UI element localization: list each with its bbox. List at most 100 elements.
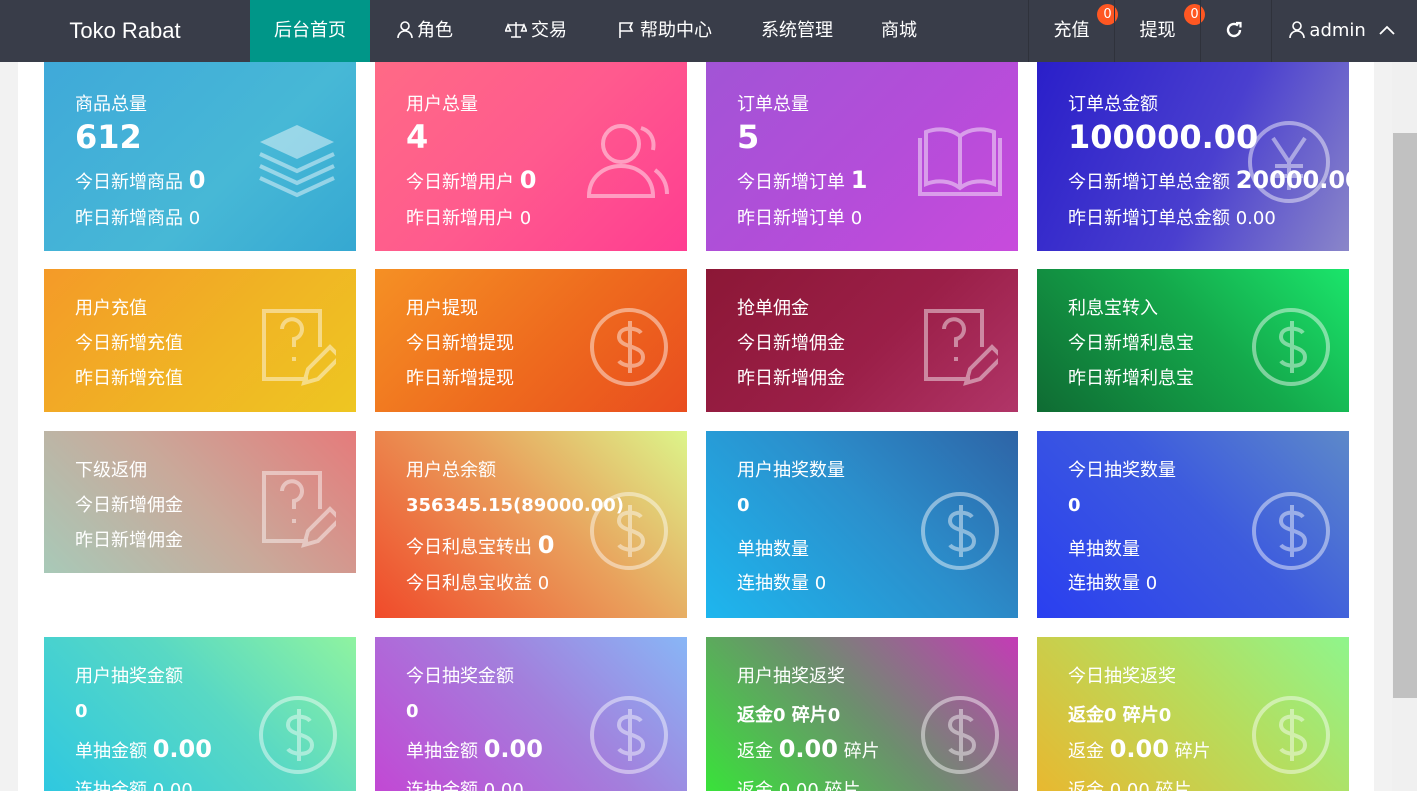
app-logo[interactable]: Toko Rabat bbox=[0, 0, 250, 62]
card-title: 利息宝转入 bbox=[1068, 298, 1158, 319]
card-balance[interactable]: 用户总余额 356345.15(89000.00) 今日利息宝转出 0 今日利息… bbox=[375, 431, 687, 618]
single-label: 单抽数量 bbox=[1068, 539, 1140, 560]
nav-home[interactable]: 后台首页 bbox=[250, 0, 370, 62]
card-total: 5 bbox=[737, 118, 760, 156]
income-value: 0 bbox=[537, 573, 550, 594]
card-total: 4 bbox=[406, 118, 429, 156]
card-title: 抢单佣金 bbox=[737, 298, 809, 319]
today-label: 今日新增提现 bbox=[406, 333, 514, 354]
nav-help[interactable]: 帮助中心 bbox=[605, 0, 725, 62]
today-value: 1 bbox=[850, 166, 868, 194]
card-yesterday: 昨日新增用户 0 bbox=[406, 204, 531, 230]
card-order-amount[interactable]: 订单总金额 100000.00 今日新增订单总金额 20000.00 昨日新增订… bbox=[1037, 62, 1349, 251]
line1-suffix: 碎片 bbox=[1174, 741, 1211, 762]
dollar-icon bbox=[590, 492, 668, 570]
card-lottery-count[interactable]: 用户抽奖数量 0 单抽数量 连抽数量 0 bbox=[706, 431, 1018, 618]
dollar-icon bbox=[1252, 492, 1330, 570]
card-withdraw[interactable]: 用户提现 今日新增提现 昨日新增提现 bbox=[375, 269, 687, 412]
today-label: 今日新增佣金 bbox=[75, 495, 183, 516]
card-multi: 连抽金额 0.00 bbox=[406, 776, 524, 791]
today-label: 今日新增订单 bbox=[737, 172, 845, 193]
scrollbar-thumb[interactable] bbox=[1393, 133, 1417, 698]
yesterday-label: 昨日新增商品 bbox=[75, 208, 183, 229]
nav-help-label: 帮助中心 bbox=[640, 20, 712, 41]
line2-label: 返金 bbox=[1068, 780, 1104, 791]
dollar-icon bbox=[590, 308, 668, 386]
card-total: 100000.00 bbox=[1068, 118, 1259, 156]
dollar-icon bbox=[1252, 308, 1330, 386]
card-today-lottery-count[interactable]: 今日抽奖数量 0 单抽数量 连抽数量 0 bbox=[1037, 431, 1349, 618]
line2-value: 0.00 bbox=[778, 780, 819, 791]
card-interest-in[interactable]: 利息宝转入 今日新增利息宝 昨日新增利息宝 bbox=[1037, 269, 1349, 412]
nav-mall-label: 商城 bbox=[881, 20, 917, 41]
today-label: 今日新增订单总金额 bbox=[1068, 172, 1230, 193]
card-title: 商品总量 bbox=[75, 94, 147, 115]
users-icon bbox=[586, 124, 669, 198]
question-edit-icon bbox=[924, 309, 998, 386]
card-users[interactable]: 用户总量 4 今日新增用户 0 昨日新增用户 0 bbox=[375, 62, 687, 251]
card-multi: 连抽数量 0 bbox=[1068, 569, 1157, 595]
card-lottery-amount[interactable]: 用户抽奖金额 0 单抽金额 0.00 连抽金额 0.00 bbox=[44, 637, 356, 791]
today-label: 今日新增佣金 bbox=[737, 333, 845, 354]
income-label: 今日利息宝收益 bbox=[406, 573, 532, 594]
single-label: 单抽数量 bbox=[737, 539, 809, 560]
yesterday-label: 昨日新增利息宝 bbox=[1068, 368, 1194, 389]
user-icon bbox=[397, 21, 413, 39]
card-today-lottery-rebate[interactable]: 今日抽奖返奖 返金0 碎片0 返金 0.00 碎片 返金 0.00 碎片 bbox=[1037, 637, 1349, 791]
user-menu[interactable]: admin bbox=[1272, 0, 1417, 62]
nav-trade-label: 交易 bbox=[531, 20, 567, 41]
card-total: 0 bbox=[1068, 495, 1081, 516]
nav-recharge-label: 充值 bbox=[1053, 20, 1090, 41]
single-value: 0.00 bbox=[152, 735, 212, 763]
card-summary: 返金0 碎片0 bbox=[737, 705, 841, 726]
card-title: 今日抽奖数量 bbox=[1068, 460, 1176, 481]
line2-suffix: 碎片 bbox=[824, 780, 861, 791]
card-income: 今日利息宝收益 0 bbox=[406, 569, 549, 595]
card-line2: 返金 0.00 碎片 bbox=[737, 776, 861, 791]
single-label: 单抽金额 bbox=[75, 741, 147, 762]
dollar-icon bbox=[259, 696, 337, 774]
card-single: 单抽金额 0.00 bbox=[75, 735, 212, 763]
multi-label: 连抽金额 bbox=[406, 780, 478, 791]
yesterday-label: 昨日新增提现 bbox=[406, 368, 514, 389]
card-title: 下级返佣 bbox=[75, 460, 147, 481]
layers-icon bbox=[259, 125, 335, 198]
card-today-lottery-amount[interactable]: 今日抽奖金额 0 单抽金额 0.00 连抽金额 0.00 bbox=[375, 637, 687, 791]
multi-label: 连抽数量 bbox=[737, 573, 809, 594]
nav-mall[interactable]: 商城 bbox=[868, 0, 930, 62]
user-menu-label: admin bbox=[1309, 20, 1366, 41]
multi-value: 0 bbox=[814, 573, 827, 594]
card-lottery-rebate[interactable]: 用户抽奖返奖 返金0 碎片0 返金 0.00 碎片 返金 0.00 碎片 bbox=[706, 637, 1018, 791]
user-icon bbox=[1289, 21, 1306, 39]
card-title: 用户抽奖返奖 bbox=[737, 666, 845, 687]
card-summary: 返金0 碎片0 bbox=[1068, 705, 1172, 726]
card-orders[interactable]: 订单总量 5 今日新增订单 1 昨日新增订单 0 bbox=[706, 62, 1018, 251]
multi-value: 0.00 bbox=[483, 780, 524, 791]
card-today: 今日新增用户 0 bbox=[406, 166, 536, 194]
multi-label: 连抽数量 bbox=[1068, 573, 1140, 594]
dollar-icon bbox=[1252, 696, 1330, 774]
chevron-up-icon bbox=[1378, 25, 1395, 35]
nav-system[interactable]: 系统管理 bbox=[748, 0, 846, 62]
yesterday-value: 0 bbox=[188, 208, 201, 229]
flag-icon bbox=[619, 22, 634, 38]
card-today: 今日新增订单 1 bbox=[737, 166, 867, 194]
line2-value: 0.00 bbox=[1109, 780, 1150, 791]
card-sub-rebate[interactable]: 下级返佣 今日新增佣金 昨日新增佣金 bbox=[44, 431, 356, 573]
yesterday-value: 0.00 bbox=[1235, 208, 1276, 229]
top-navbar: Toko Rabat 后台首页 角色 交易 帮助中心 系统管理 商城 充值 0 … bbox=[0, 0, 1417, 62]
line2-suffix: 碎片 bbox=[1155, 780, 1192, 791]
yesterday-value: 0 bbox=[519, 208, 532, 229]
nav-trade[interactable]: 交易 bbox=[490, 0, 582, 62]
refresh-button[interactable] bbox=[1201, 0, 1271, 62]
card-goods[interactable]: 商品总量 612 今日新增商品 0 昨日新增商品 0 bbox=[44, 62, 356, 251]
card-title: 用户总量 bbox=[406, 94, 478, 115]
nav-role[interactable]: 角色 bbox=[380, 0, 470, 62]
today-value: 0 bbox=[519, 166, 537, 194]
card-multi: 连抽金额 0.00 bbox=[75, 776, 193, 791]
line1-value: 0.00 bbox=[778, 735, 838, 763]
question-edit-icon bbox=[262, 309, 336, 386]
card-total: 0 bbox=[737, 495, 750, 516]
card-commission[interactable]: 抢单佣金 今日新增佣金 昨日新增佣金 bbox=[706, 269, 1018, 412]
card-recharge[interactable]: 用户充值 今日新增充值 昨日新增充值 bbox=[44, 269, 356, 412]
